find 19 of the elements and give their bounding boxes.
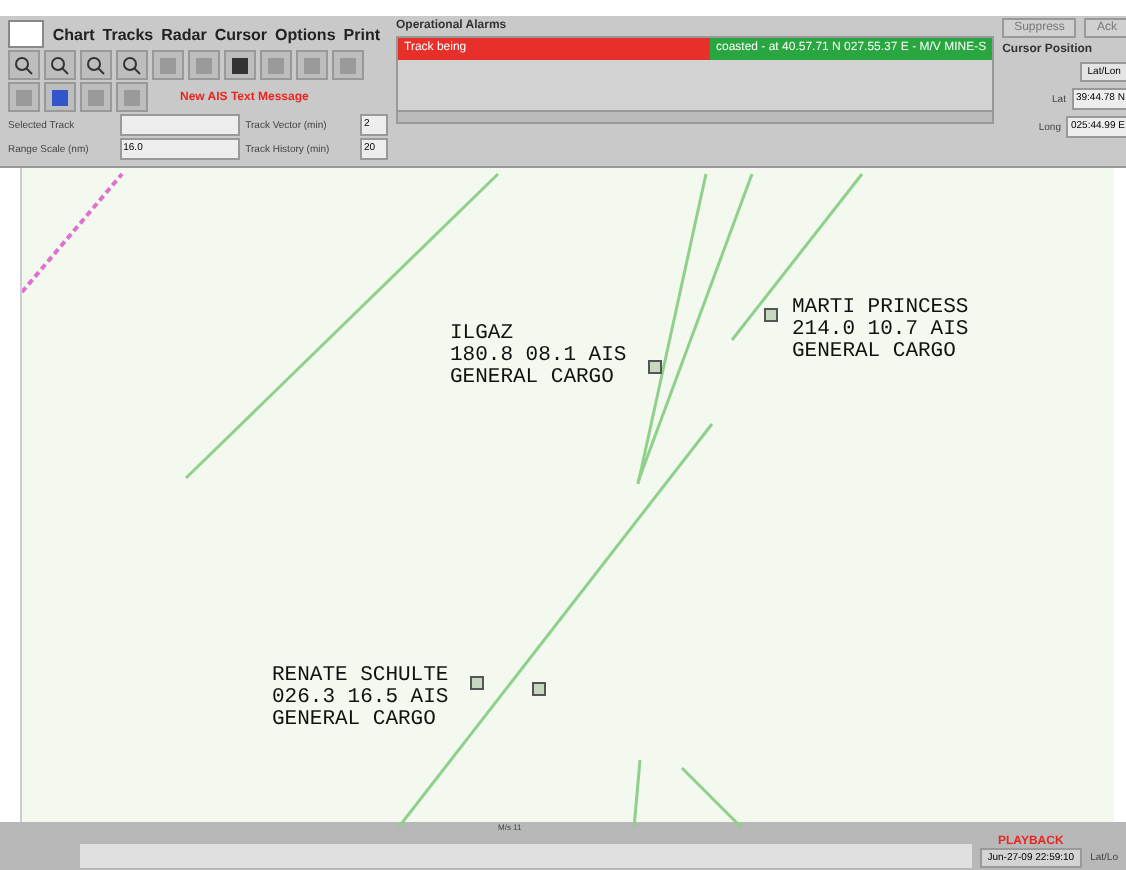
menu-item[interactable]: Print	[343, 25, 380, 43]
menu-item[interactable]: Cursor	[214, 25, 268, 43]
zoom-icon[interactable]	[14, 55, 34, 75]
vessel-marker[interactable]	[470, 676, 484, 690]
zoom-icon[interactable]	[86, 55, 106, 75]
menu-item[interactable]: Chart	[52, 25, 95, 43]
vessel-marker[interactable]	[532, 682, 546, 696]
vessel-label: RENATE SCHULTE 026.3 16.5 AIS GENERAL CARGO	[272, 666, 449, 732]
menu-item[interactable]: Radar	[161, 25, 207, 43]
vessel-label: MARTI PRINCESS 214.0 10.7 AIS GENERAL CARGO	[792, 298, 969, 364]
vessel-label: ILGAZ 180.8 08.1 AIS GENERAL CARGO	[450, 324, 627, 390]
input-field[interactable]	[119, 114, 240, 136]
menu-item[interactable]: Options	[275, 25, 336, 43]
vessel-marker[interactable]	[648, 360, 662, 374]
zoom-icon[interactable]	[122, 55, 142, 75]
route-line	[22, 172, 124, 294]
vessel-marker[interactable]	[764, 308, 778, 322]
zoom-icon[interactable]	[50, 55, 70, 75]
menu-item[interactable]: Tracks	[102, 25, 154, 43]
